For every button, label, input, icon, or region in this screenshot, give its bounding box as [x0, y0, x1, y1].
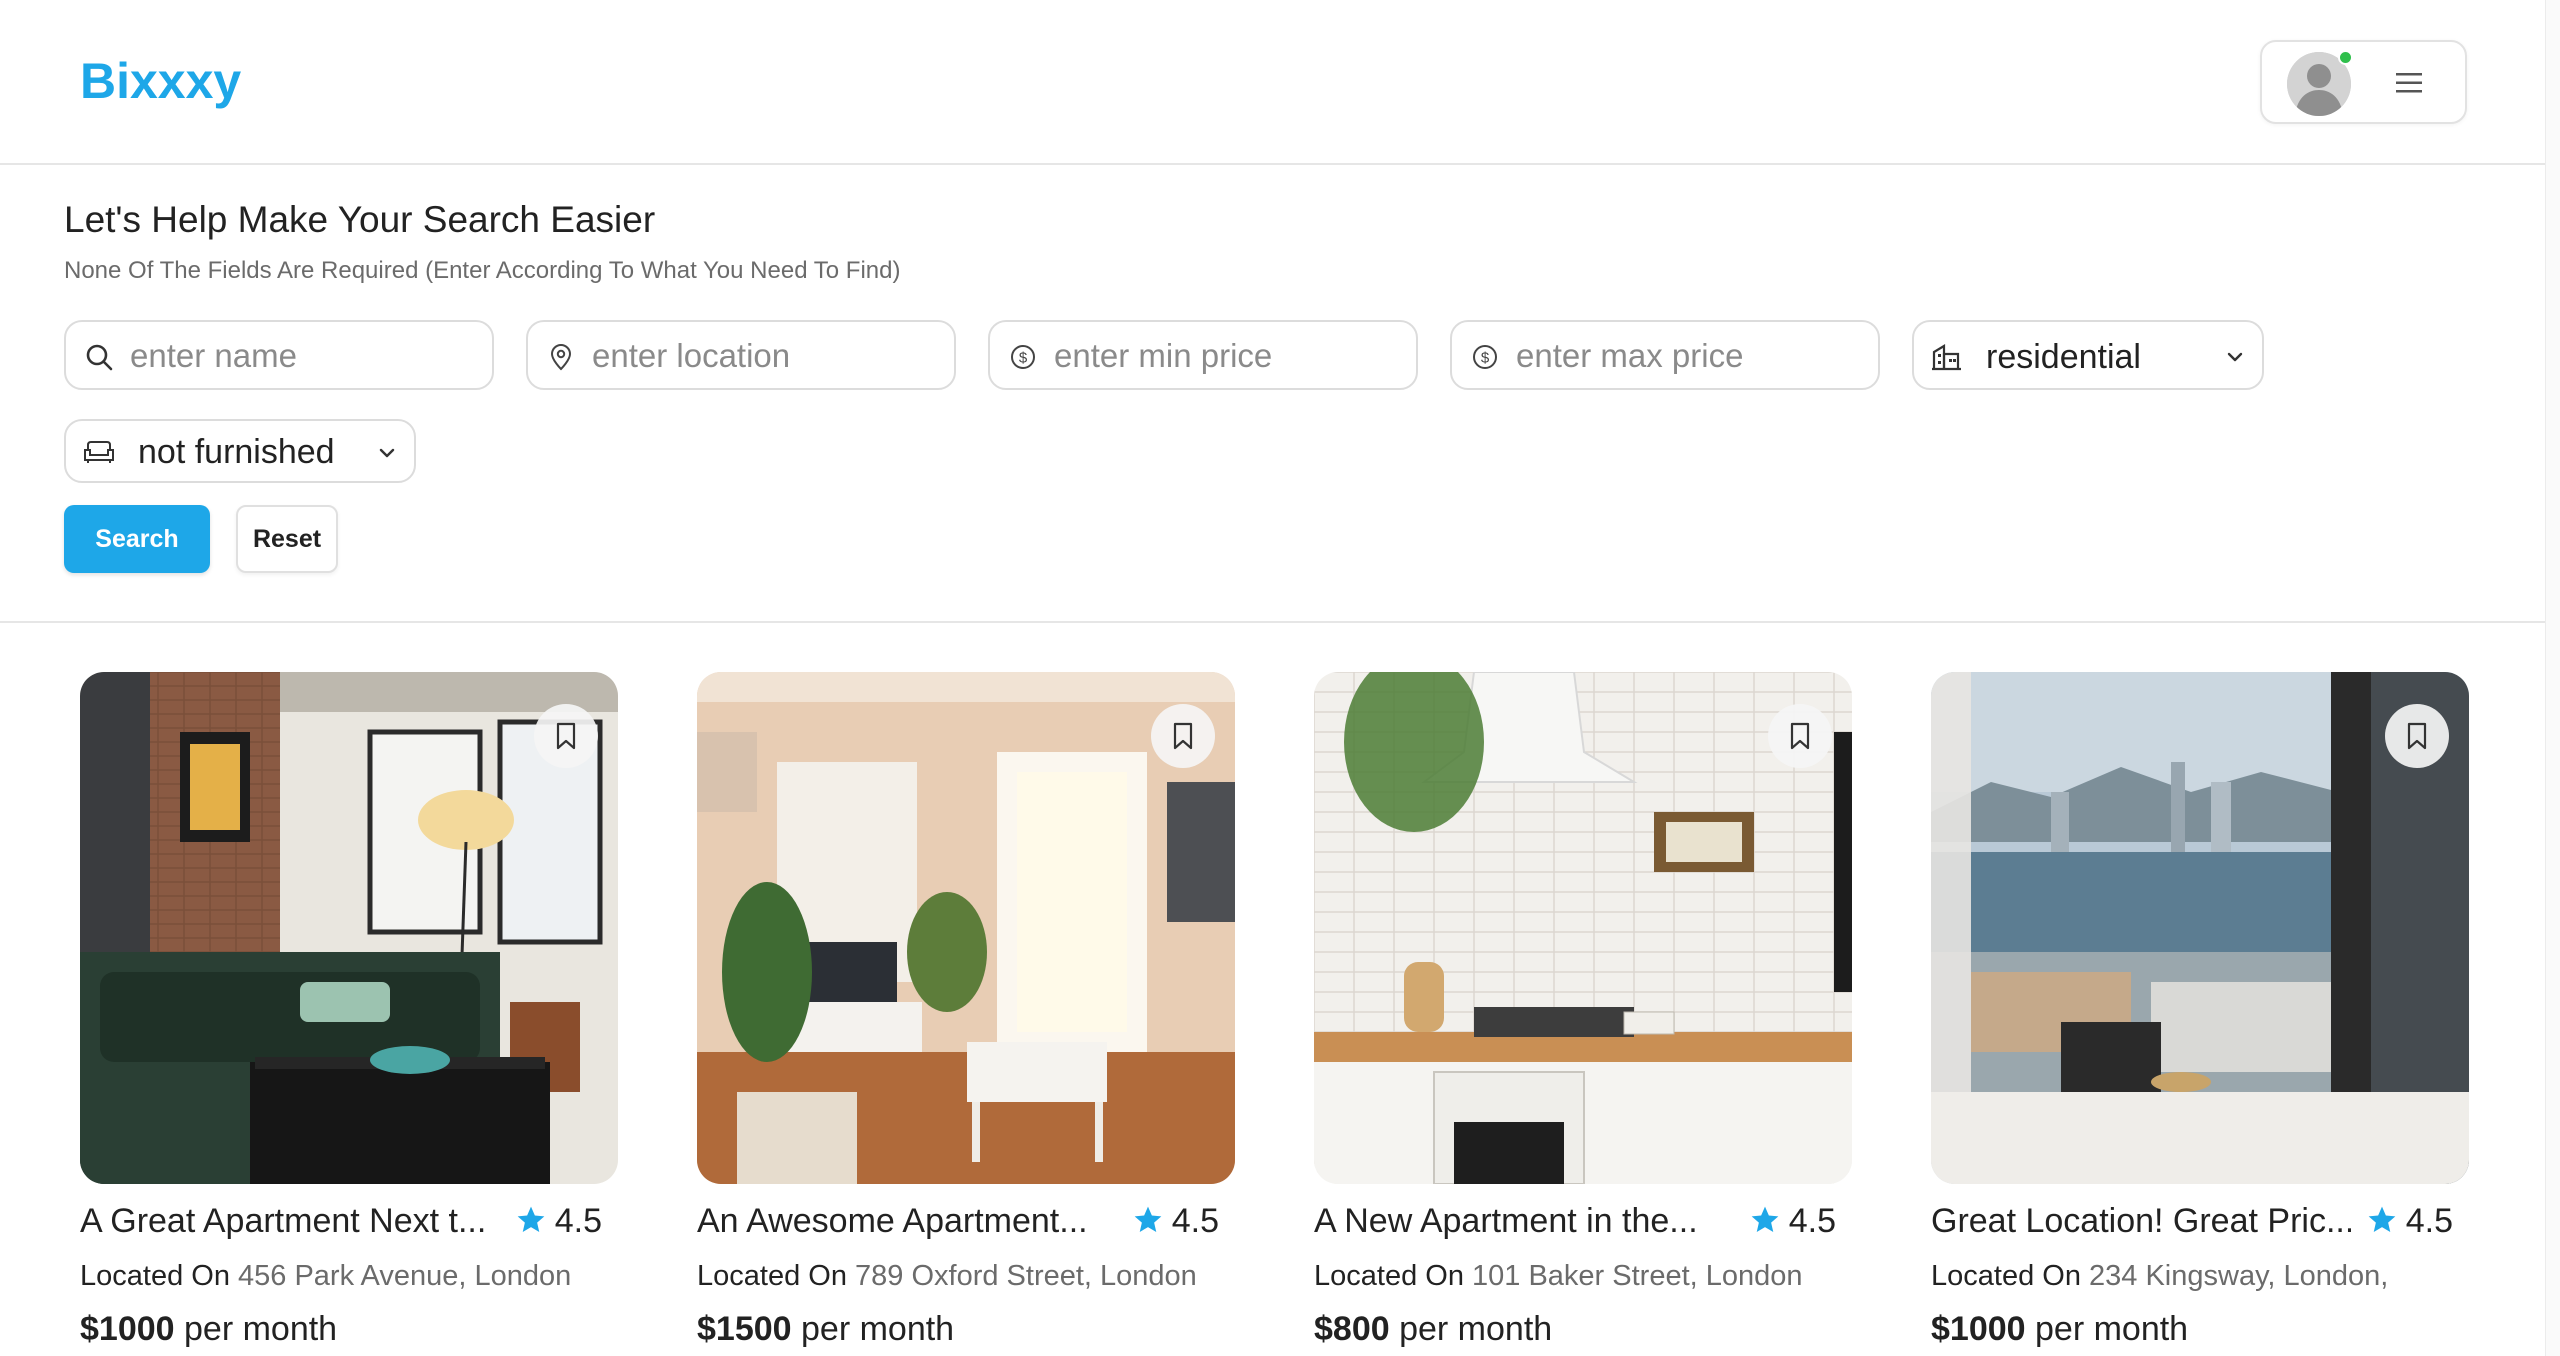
search-subtitle: None Of The Fields Are Required (Enter A…: [64, 257, 901, 284]
star-icon: [1751, 1206, 1779, 1232]
user-menu-button[interactable]: [2260, 40, 2467, 124]
located-label: Located On: [1931, 1260, 2081, 1292]
dollar-coin-icon: $: [1011, 345, 1035, 369]
property-type-value: residential: [1986, 338, 2141, 376]
min-price-field[interactable]: $: [988, 320, 1418, 390]
listing-location: Located On 234 Kingsway, London,: [1931, 1260, 2388, 1293]
price-period: per month: [2035, 1310, 2189, 1348]
name-search-field[interactable]: [64, 320, 494, 390]
furnishing-value: not furnished: [138, 433, 335, 471]
listing-title[interactable]: Great Location! Great Pric...: [1931, 1202, 2351, 1241]
search-icon: [86, 344, 113, 371]
rating-value: 4.5: [2405, 1202, 2453, 1240]
rating-value: 4.5: [1171, 1202, 1219, 1240]
search-panel: Let's Help Make Your Search Easier None …: [0, 165, 2560, 623]
reset-button[interactable]: Reset: [236, 505, 338, 573]
rating-value: 4.5: [554, 1202, 602, 1240]
bookmark-button[interactable]: [2385, 704, 2449, 768]
star-icon: [2368, 1206, 2396, 1232]
location-search-field[interactable]: [526, 320, 956, 390]
bookmark-button[interactable]: [1768, 704, 1832, 768]
bookmark-icon: [1173, 722, 1193, 750]
min-price-input[interactable]: [1054, 332, 1394, 380]
listing-price: $1000 per month: [80, 1310, 337, 1349]
top-navbar: Bixxxy: [0, 0, 2560, 165]
location-pin-icon: [550, 344, 572, 371]
star-icon: [1134, 1206, 1162, 1232]
listing-rating: 4.5: [2366, 1202, 2453, 1241]
listing-address: 101 Baker Street, London: [1472, 1260, 1803, 1292]
listing-rating: 4.5: [1132, 1202, 1219, 1241]
online-status-dot: [2338, 50, 2353, 65]
listing-address: 234 Kingsway, London,: [2089, 1260, 2389, 1292]
listing-price: $1000 per month: [1931, 1310, 2188, 1349]
brand-logo[interactable]: Bixxxy: [80, 52, 241, 110]
listing-location: Located On 789 Oxford Street, London: [697, 1260, 1197, 1293]
listing-rating: 4.5: [1749, 1202, 1836, 1241]
located-label: Located On: [80, 1260, 230, 1292]
bookmark-button[interactable]: [534, 704, 598, 768]
listing-price: $800 per month: [1314, 1310, 1552, 1349]
page-scrollbar[interactable]: [2545, 0, 2560, 1356]
building-icon: [1932, 344, 1961, 371]
listing-card[interactable]: A New Apartment in the... 4.5 Located On…: [1314, 672, 1852, 1356]
rating-value: 4.5: [1788, 1202, 1836, 1240]
listing-address: 456 Park Avenue, London: [238, 1260, 572, 1292]
property-type-select[interactable]: residential: [1912, 320, 2264, 390]
svg-text:$: $: [1481, 350, 1490, 367]
listing-title[interactable]: A New Apartment in the...: [1314, 1202, 1734, 1241]
price-period: per month: [801, 1310, 955, 1348]
listing-card[interactable]: A Great Apartment Next t... 4.5 Located …: [80, 672, 618, 1356]
search-title: Let's Help Make Your Search Easier: [64, 199, 656, 240]
price-amount: $1500: [697, 1310, 792, 1348]
listing-title[interactable]: A Great Apartment Next t...: [80, 1202, 500, 1241]
located-label: Located On: [697, 1260, 847, 1292]
hamburger-menu-icon: [2396, 73, 2422, 93]
bookmark-icon: [2407, 722, 2427, 750]
price-amount: $800: [1314, 1310, 1390, 1348]
price-period: per month: [184, 1310, 338, 1348]
bookmark-button[interactable]: [1151, 704, 1215, 768]
listing-card[interactable]: An Awesome Apartment... 4.5 Located On 7…: [697, 672, 1235, 1356]
price-period: per month: [1399, 1310, 1553, 1348]
listing-card[interactable]: Great Location! Great Pric... 4.5 Locate…: [1931, 672, 2469, 1356]
star-icon: [517, 1206, 545, 1232]
sofa-icon: [84, 441, 114, 463]
listing-price: $1500 per month: [697, 1310, 954, 1349]
price-amount: $1000: [1931, 1310, 2026, 1348]
price-amount: $1000: [80, 1310, 175, 1348]
max-price-field[interactable]: $: [1450, 320, 1880, 390]
located-label: Located On: [1314, 1260, 1464, 1292]
listing-location: Located On 456 Park Avenue, London: [80, 1260, 571, 1293]
bookmark-icon: [556, 722, 576, 750]
name-input[interactable]: [130, 332, 470, 380]
chevron-down-icon: [379, 448, 395, 458]
listing-location: Located On 101 Baker Street, London: [1314, 1260, 1803, 1293]
location-input[interactable]: [592, 332, 932, 380]
listing-title[interactable]: An Awesome Apartment...: [697, 1202, 1117, 1241]
listing-rating: 4.5: [515, 1202, 602, 1241]
svg-text:$: $: [1019, 350, 1028, 367]
listing-address: 789 Oxford Street, London: [855, 1260, 1197, 1292]
dollar-coin-icon: $: [1473, 345, 1497, 369]
search-button[interactable]: Search: [64, 505, 210, 573]
furnishing-select[interactable]: not furnished: [64, 419, 416, 483]
max-price-input[interactable]: [1516, 332, 1856, 380]
bookmark-icon: [1790, 722, 1810, 750]
chevron-down-icon: [2227, 352, 2243, 362]
